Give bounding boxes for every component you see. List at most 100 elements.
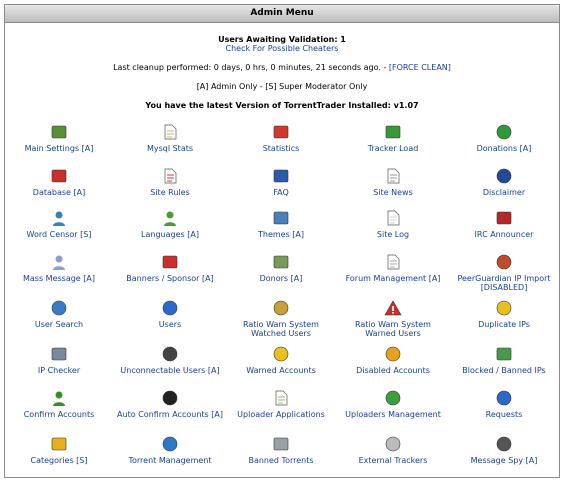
admin-tool-label: Banned Torrents (248, 456, 314, 465)
admin-tool-external-trackers[interactable]: External Trackers (338, 435, 448, 465)
tracker-load-icon (384, 123, 402, 141)
admin-tool-label: Ratio Warn System Warned Users (355, 320, 431, 338)
admin-tool-message-spy[interactable]: Message Spy [A] (449, 435, 559, 465)
settings-icon (50, 123, 68, 141)
admin-tool-label: Blocked / Banned IPs (462, 366, 546, 375)
admin-tool-banners[interactable]: Banners / Sponsor [A] (115, 253, 225, 283)
admin-tool-label: Ratio Warn System Watched Users (243, 320, 319, 338)
admin-tool-label: Database [A] (32, 188, 86, 197)
admin-tool-warning[interactable]: Ratio Warn System Warned Users (338, 299, 448, 338)
admin-tool-users[interactable]: Users (115, 299, 225, 329)
admin-tool-statistics[interactable]: Statistics (226, 123, 336, 153)
admin-tool-auto-confirm[interactable]: Auto Confirm Accounts [A] (115, 389, 225, 419)
admin-tool-banned-torrents[interactable]: Banned Torrents (226, 435, 336, 465)
admin-tool-label: Forum Management [A] (345, 274, 441, 283)
admin-tool-mass-message[interactable]: Mass Message [A] (4, 253, 114, 283)
admin-tool-uploaders-management[interactable]: Uploaders Management (338, 389, 448, 419)
admin-tool-label: Site Log (376, 230, 410, 239)
access-legend: [A] Admin Only - [S] Super Moderator Onl… (196, 82, 368, 91)
ip-checker-icon (50, 345, 68, 363)
torrent-management-icon (161, 435, 179, 453)
admin-tool-ip-checker[interactable]: IP Checker (4, 345, 114, 375)
admin-tool-themes[interactable]: Themes [A] (226, 209, 336, 239)
admin-tool-irc[interactable]: IRC Announcer (449, 209, 559, 239)
admin-tool-warned-accounts[interactable]: Warned Accounts (226, 345, 336, 375)
admin-tool-word-censor[interactable]: Word Censor [S] (4, 209, 114, 239)
admin-menu-panel: Admin Menu Users Awaiting Validation: 1 … (4, 4, 560, 478)
admin-tool-faq[interactable]: FAQ (226, 167, 336, 197)
blocked-ips-icon (495, 345, 513, 363)
admin-tool-label: Statistics (262, 144, 300, 153)
donations-icon (495, 123, 513, 141)
admin-tool-ratio-watched[interactable]: Ratio Warn System Watched Users (226, 299, 336, 338)
admin-tool-label: Unconnectable Users [A] (120, 366, 220, 375)
grid-row: Word Censor [S] Languages [A] Themes [A] Si… (5, 209, 559, 253)
admin-tool-label: Mysql Stats (146, 144, 194, 153)
grid-row: IP Checker Unconnectable Users [A] Warned … (5, 345, 559, 389)
admin-tool-label: Themes [A] (257, 230, 305, 239)
admin-tool-requests[interactable]: Requests (449, 389, 559, 419)
admin-tool-uploader-applications[interactable]: Uploader Applications (226, 389, 336, 419)
banned-torrents-icon (272, 435, 290, 453)
admin-tool-label: Users (158, 320, 182, 329)
admin-tool-label: PeerGuardian IP Import [DISABLED] (457, 274, 551, 292)
admin-tool-label: Languages [A] (141, 230, 199, 239)
site-rules-icon (161, 167, 179, 185)
admin-tool-confirm-accounts[interactable]: Confirm Accounts (4, 389, 114, 419)
grid-row: User Search Users Ratio Warn System Watche… (5, 299, 559, 343)
uploader-applications-icon (272, 389, 290, 407)
admin-tool-disabled-accounts[interactable]: Disabled Accounts (338, 345, 448, 375)
admin-tool-categories[interactable]: Categories [S] (4, 435, 114, 465)
admin-tool-mysql-stats[interactable]: Mysql Stats (115, 123, 225, 153)
warned-accounts-icon (272, 345, 290, 363)
admin-tool-label: Word Censor [S] (26, 230, 92, 239)
themes-icon (272, 209, 290, 227)
categories-icon (50, 435, 68, 453)
admin-tool-peerguardian[interactable]: PeerGuardian IP Import [DISABLED] (449, 253, 559, 292)
admin-tool-label: Disclaimer (482, 188, 526, 197)
search-icon (50, 299, 68, 317)
site-log-icon (384, 209, 402, 227)
statistics-icon (272, 123, 290, 141)
irc-icon (495, 209, 513, 227)
admin-tool-blocked-ips[interactable]: Blocked / Banned IPs (449, 345, 559, 375)
admin-tool-label: Auto Confirm Accounts [A] (117, 410, 223, 419)
admin-tool-label: Disabled Accounts (356, 366, 430, 375)
external-trackers-icon (384, 435, 402, 453)
admin-tool-label: Uploader Applications (237, 410, 325, 419)
admin-tool-duplicate-ips[interactable]: Duplicate IPs (449, 299, 559, 329)
admin-tool-forum[interactable]: Forum Management [A] (338, 253, 448, 283)
admin-tool-languages[interactable]: Languages [A] (115, 209, 225, 239)
admin-tool-site-news[interactable]: Site News (338, 167, 448, 197)
admin-tool-label: Torrent Management (128, 456, 212, 465)
grid-row: Main Settings [A] Mysql Stats Statistics Tr… (5, 123, 559, 167)
warning-icon (384, 299, 402, 317)
disabled-accounts-icon (384, 345, 402, 363)
admin-tool-donations[interactable]: Donations [A] (449, 123, 559, 153)
admin-tool-label: Warned Accounts (246, 366, 316, 375)
admin-tool-tracker-load[interactable]: Tracker Load (338, 123, 448, 153)
admin-tool-database[interactable]: Database [A] (4, 167, 114, 197)
admin-tool-disclaimer[interactable]: Disclaimer (449, 167, 559, 197)
message-spy-icon (495, 435, 513, 453)
admin-tool-settings[interactable]: Main Settings [A] (4, 123, 114, 153)
admin-tool-label: IP Checker (37, 366, 81, 375)
word-censor-icon (50, 209, 68, 227)
admin-tool-unconnectable[interactable]: Unconnectable Users [A] (115, 345, 225, 375)
admin-tool-label: Duplicate IPs (478, 320, 530, 329)
check-cheaters-link[interactable]: Check For Possible Cheaters (5, 44, 559, 53)
admin-tool-label: Requests (485, 410, 523, 419)
admin-tool-search[interactable]: User Search (4, 299, 114, 329)
forum-icon (384, 253, 402, 271)
database-icon (50, 167, 68, 185)
admin-tool-site-rules[interactable]: Site Rules (115, 167, 225, 197)
banners-icon (161, 253, 179, 271)
admin-tool-label: Confirm Accounts (23, 410, 95, 419)
info-block: Users Awaiting Validation: 1 Check For P… (5, 35, 559, 110)
admin-tool-torrent-management[interactable]: Torrent Management (115, 435, 225, 465)
faq-icon (272, 167, 290, 185)
force-clean-link[interactable]: [FORCE CLEAN] (389, 63, 451, 72)
admin-tool-site-log[interactable]: Site Log (338, 209, 448, 239)
peerguardian-icon (495, 253, 513, 271)
admin-tool-donors[interactable]: Donors [A] (226, 253, 336, 283)
